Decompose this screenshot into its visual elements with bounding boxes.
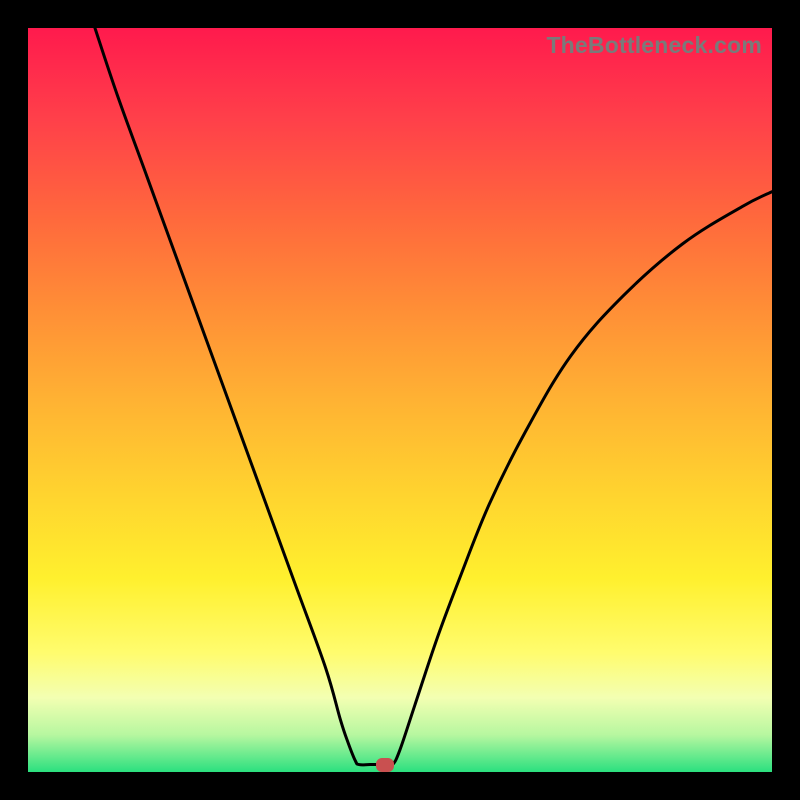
optimum-marker (376, 758, 394, 772)
chart-frame: TheBottleneck.com (28, 28, 772, 772)
bottleneck-curve (28, 28, 772, 772)
watermark-text: TheBottleneck.com (546, 32, 762, 59)
